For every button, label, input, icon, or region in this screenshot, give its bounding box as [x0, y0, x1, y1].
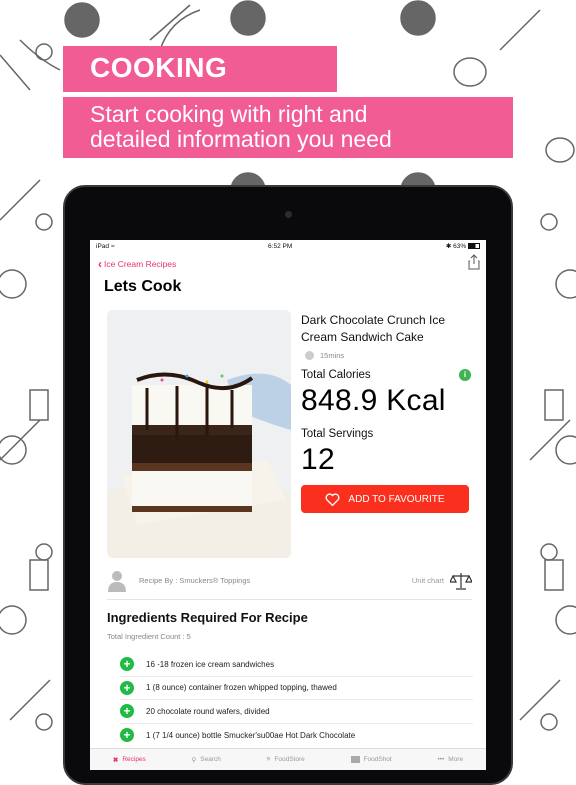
add-ingredient-icon[interactable]: +: [120, 657, 134, 672]
banner-subtitle-line2: detailed information you need: [90, 126, 392, 152]
share-button[interactable]: [468, 253, 480, 275]
ingredient-count: Total Ingredient Count : 5: [107, 632, 191, 641]
status-device: iPad ≈: [96, 242, 115, 250]
ingredient-item: + 1 (8 ounce) container frozen whipped t…: [120, 677, 473, 700]
banner-title: COOKING: [63, 46, 337, 92]
ingredient-item: + 20 chocolate round wafers, divided: [120, 700, 473, 724]
tab-bar: ✖ Recipes ⚲ Search ≡ FoodStore FoodShot …: [90, 748, 486, 770]
app-screen: iPad ≈ 6:52 PM ✱ 63% ‹ Ice Cream Recipes…: [90, 240, 486, 770]
heart-icon: [325, 492, 340, 506]
recipe-author-row: Recipe By : Smuckers® Toppings Unit char…: [107, 562, 472, 600]
add-to-favourite-button[interactable]: ADD TO FAVOURITE: [301, 485, 469, 513]
ingredients-title: Ingredients Required For Recipe: [107, 610, 308, 625]
add-ingredient-icon[interactable]: +: [120, 728, 134, 743]
search-icon: ⚲: [191, 756, 197, 764]
unit-chart-button[interactable]: Unit chart: [412, 571, 472, 591]
ingredient-text: 20 chocolate round wafers, divided: [146, 706, 270, 716]
cook-time-value: 15mins: [320, 351, 345, 360]
tab-search-label: Search: [200, 756, 221, 763]
tab-search[interactable]: ⚲ Search: [192, 756, 221, 764]
add-to-favourite-label: ADD TO FAVOURITE: [348, 493, 445, 505]
tab-recipes[interactable]: ✖ Recipes: [113, 756, 146, 764]
servings-value: 12: [301, 443, 335, 476]
banner-subtitle: Start cooking with right and detailed in…: [63, 97, 513, 158]
share-icon: [468, 253, 480, 269]
unit-chart-label: Unit chart: [411, 576, 444, 585]
bluetooth-icon: ✱: [445, 243, 452, 250]
chevron-left-icon: ‹: [98, 257, 102, 271]
back-button-label: Ice Cream Recipes: [104, 259, 177, 269]
tab-more[interactable]: ••• More: [437, 756, 463, 763]
recipe-info-panel: Dark Chocolate Crunch Ice Cream Sandwich…: [301, 312, 471, 513]
ipad-device-frame: iPad ≈ 6:52 PM ✱ 63% ‹ Ice Cream Recipes…: [63, 185, 513, 785]
add-ingredient-icon[interactable]: +: [120, 680, 134, 695]
store-icon: ≡: [266, 756, 271, 763]
cook-time: 15mins: [301, 351, 471, 360]
ingredient-text: 16 -18 frozen ice cream sandwiches: [146, 659, 275, 669]
status-right: ✱ 63%: [446, 242, 480, 250]
tab-foodshot[interactable]: FoodShot: [350, 756, 392, 763]
scale-icon: [450, 572, 472, 590]
calories-label: Total Calories: [301, 369, 371, 381]
ingredient-list: + 16 -18 frozen ice cream sandwiches + 1…: [120, 653, 473, 747]
status-time: 6:52 PM: [268, 242, 293, 250]
status-bar: iPad ≈ 6:52 PM ✱ 63%: [90, 240, 486, 252]
more-icon: •••: [437, 756, 445, 763]
wifi-icon: ≈: [110, 242, 115, 250]
info-icon[interactable]: i: [459, 369, 471, 381]
camera-icon: [285, 211, 292, 218]
ingredient-item: + 1 (7 1/4 ounce) bottle Smucker'su00ae …: [120, 724, 473, 748]
calories-value: 848.9 Kcal: [301, 384, 446, 417]
battery-icon: [468, 243, 480, 250]
fork-knife-icon: ✖: [112, 756, 119, 764]
user-avatar-icon: [108, 570, 126, 592]
recipe-by-label: Recipe By : Smuckers® Toppings: [139, 576, 251, 585]
tab-foodstore-label: FoodStore: [274, 756, 305, 763]
servings-label: Total Servings: [301, 428, 374, 440]
calories-row: Total Calories i: [301, 369, 471, 381]
back-button[interactable]: ‹ Ice Cream Recipes: [98, 257, 176, 271]
recipe-name: Dark Chocolate Crunch Ice Cream Sandwich…: [301, 313, 446, 344]
tab-foodstore[interactable]: ≡ FoodStore: [267, 756, 305, 763]
ingredient-text: 1 (8 ounce) container frozen whipped top…: [146, 683, 337, 693]
clock-icon: [305, 351, 314, 360]
ingredient-text: 1 (7 1/4 ounce) bottle Smucker'su00ae Ho…: [146, 730, 356, 740]
add-ingredient-icon[interactable]: +: [120, 704, 134, 719]
page-title: Lets Cook: [104, 278, 182, 295]
tab-foodshot-label: FoodShot: [363, 756, 392, 763]
tab-recipes-label: Recipes: [122, 756, 146, 763]
camera-icon: [350, 756, 360, 763]
banner-subtitle-line1: Start cooking with right and: [90, 101, 368, 127]
tab-more-label: More: [448, 756, 464, 763]
navigation-bar: ‹ Ice Cream Recipes: [90, 252, 486, 276]
recipe-image: [107, 310, 291, 558]
ingredient-item: + 16 -18 frozen ice cream sandwiches: [120, 653, 473, 677]
